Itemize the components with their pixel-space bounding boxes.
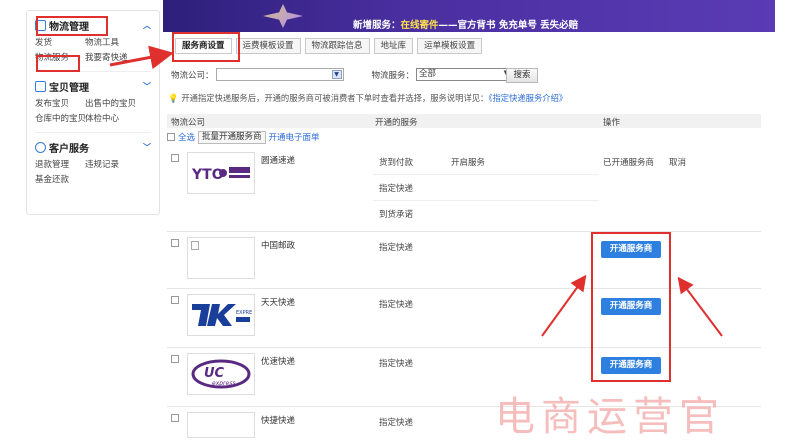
annotation-arrows [109, 45, 723, 337]
arrow-to-tab [109, 45, 174, 70]
arrow-left-to-buttons [541, 274, 587, 337]
watermark: 电商运营官 [495, 394, 725, 440]
arrow-right-to-buttons [677, 276, 723, 337]
